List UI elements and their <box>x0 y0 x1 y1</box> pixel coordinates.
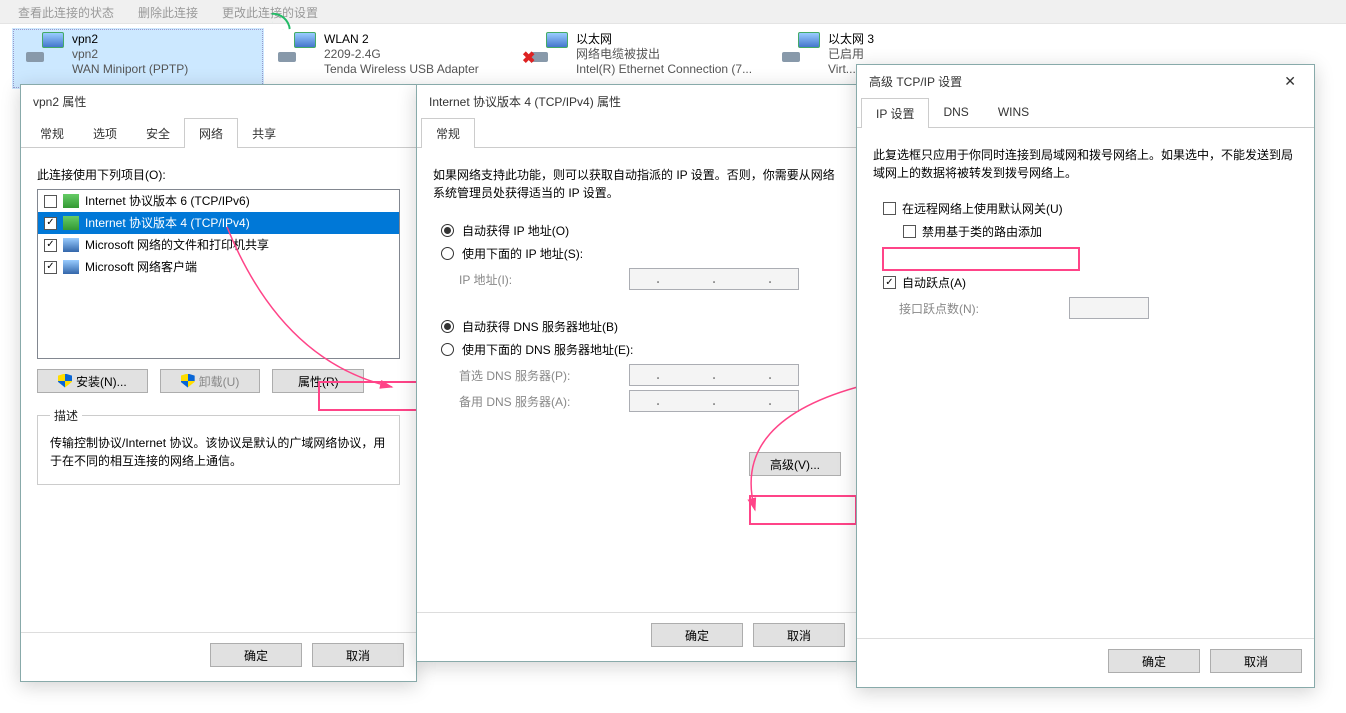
checkbox-icon: ✓ <box>883 276 896 289</box>
list-item[interactable]: Internet 协议版本 6 (TCP/IPv6) <box>38 190 399 212</box>
dialog-title: 高级 TCP/IP 设置 ✕ <box>857 65 1314 98</box>
chk-auto-metric[interactable]: ✓自动跃点(A) <box>883 274 1298 291</box>
chk-disable-class-route[interactable]: 禁用基于类的路由添加 <box>903 223 1298 240</box>
cancel-button[interactable]: 取消 <box>753 623 845 647</box>
title-text: 高级 TCP/IP 设置 <box>869 73 962 90</box>
checkbox-icon[interactable]: ✓ <box>44 239 57 252</box>
intro: 此复选框只应用于你同时连接到局域网和拨号网络上。如果选中，不能发送到局域网上的数… <box>873 146 1298 182</box>
protocol-icon <box>63 260 79 274</box>
protocol-icon <box>63 194 79 208</box>
radio-icon <box>441 224 454 237</box>
intro: 如果网络支持此功能，则可以获取自动指派的 IP 设置。否则，你需要从网络系统管理… <box>433 166 841 202</box>
metric-field: 接口跃点数(N): <box>899 297 1298 319</box>
ip-field: IP 地址(I):... <box>459 268 841 290</box>
cmd-change[interactable]: 更改此连接的设置 <box>222 4 318 19</box>
tab-1[interactable]: DNS <box>928 98 983 127</box>
adapter-vpn2[interactable]: vpn2vpn2WAN Miniport (PPTP) <box>12 28 264 89</box>
tab-4[interactable]: 共享 <box>237 118 291 147</box>
title-text: Internet 协议版本 4 (TCP/IPv4) 属性 <box>429 93 621 110</box>
radio-auto-ip[interactable]: 自动获得 IP 地址(O) <box>441 222 841 239</box>
tab-0[interactable]: IP 设置 <box>861 98 929 127</box>
adapter-以太网[interactable]: ✖以太网网络电缆被拔出Intel(R) Ethernet Connection … <box>516 28 768 89</box>
dialog-title: Internet 协议版本 4 (TCP/IPv4) 属性 <box>417 85 857 118</box>
ipv4-properties-dialog: Internet 协议版本 4 (TCP/IPv4) 属性 常规 如果网络支持此… <box>416 84 858 662</box>
tab-3[interactable]: 网络 <box>184 118 238 147</box>
radio-manual-dns[interactable]: 使用下面的 DNS 服务器地址(E): <box>441 341 841 358</box>
cmd-status[interactable]: 查看此连接的状态 <box>18 4 114 19</box>
tab-2[interactable]: 安全 <box>131 118 185 147</box>
radio-icon <box>441 320 454 333</box>
tab-2[interactable]: WINS <box>983 98 1044 127</box>
dialog-title: vpn2 属性 <box>21 85 416 118</box>
adapter-icon <box>24 32 64 68</box>
chk-remote-gateway[interactable]: 在远程网络上使用默认网关(U) <box>883 200 1298 217</box>
desc-text: 传输控制协议/Internet 协议。该协议是默认的广域网络协议，用于在不同的相… <box>50 434 387 470</box>
list-header: 此连接使用下列项目(O): <box>37 166 400 183</box>
tabs: 常规选项安全网络共享 <box>21 118 416 148</box>
checkbox-icon <box>883 202 896 215</box>
radio-manual-ip[interactable]: 使用下面的 IP 地址(S): <box>441 245 841 262</box>
adapter-icon <box>780 32 820 68</box>
radio-icon <box>441 247 454 260</box>
desc-legend: 描述 <box>50 407 82 424</box>
ip-input: ... <box>629 268 799 290</box>
ok-button[interactable]: 确定 <box>651 623 743 647</box>
tab-general[interactable]: 常规 <box>421 118 475 147</box>
item-label: Internet 协议版本 6 (TCP/IPv6) <box>85 192 250 210</box>
title-text: vpn2 属性 <box>33 93 86 110</box>
cancel-button[interactable]: 取消 <box>312 643 404 667</box>
ok-button[interactable]: 确定 <box>210 643 302 667</box>
cancel-button[interactable]: 取消 <box>1210 649 1302 673</box>
shield-icon <box>181 374 195 388</box>
adapter-icon <box>276 32 316 68</box>
tabs: 常规 <box>417 118 857 148</box>
radio-auto-dns[interactable]: 自动获得 DNS 服务器地址(B) <box>441 318 841 335</box>
install-button[interactable]: 安装(N)... <box>37 369 148 393</box>
checkbox-icon[interactable]: ✓ <box>44 217 57 230</box>
shield-icon <box>58 374 72 388</box>
adapter-icon: ✖ <box>528 32 568 68</box>
cmd-delete[interactable]: 删除此连接 <box>138 4 198 19</box>
adapter-WLAN 2[interactable]: WLAN 22209-2.4GTenda Wireless USB Adapte… <box>264 28 516 89</box>
tab-0[interactable]: 常规 <box>25 118 79 147</box>
metric-input <box>1069 297 1149 319</box>
tab-1[interactable]: 选项 <box>78 118 132 147</box>
protocol-icon <box>63 216 79 230</box>
advanced-tcpip-dialog: 高级 TCP/IP 设置 ✕ IP 设置DNSWINS 此复选框只应用于你同时连… <box>856 64 1315 688</box>
arrow-annotation-1 <box>222 222 422 392</box>
close-icon[interactable]: ✕ <box>1278 73 1302 90</box>
checkbox-icon[interactable]: ✓ <box>44 261 57 274</box>
checkbox-icon <box>903 225 916 238</box>
protocol-icon <box>63 238 79 252</box>
item-label: Microsoft 网络客户端 <box>85 258 197 276</box>
ok-button[interactable]: 确定 <box>1108 649 1200 673</box>
explorer-command-bar: 查看此连接的状态 删除此连接 更改此连接的设置 <box>0 0 1346 24</box>
tabs: IP 设置DNSWINS <box>857 98 1314 128</box>
checkbox-icon[interactable] <box>44 195 57 208</box>
radio-icon <box>441 343 454 356</box>
